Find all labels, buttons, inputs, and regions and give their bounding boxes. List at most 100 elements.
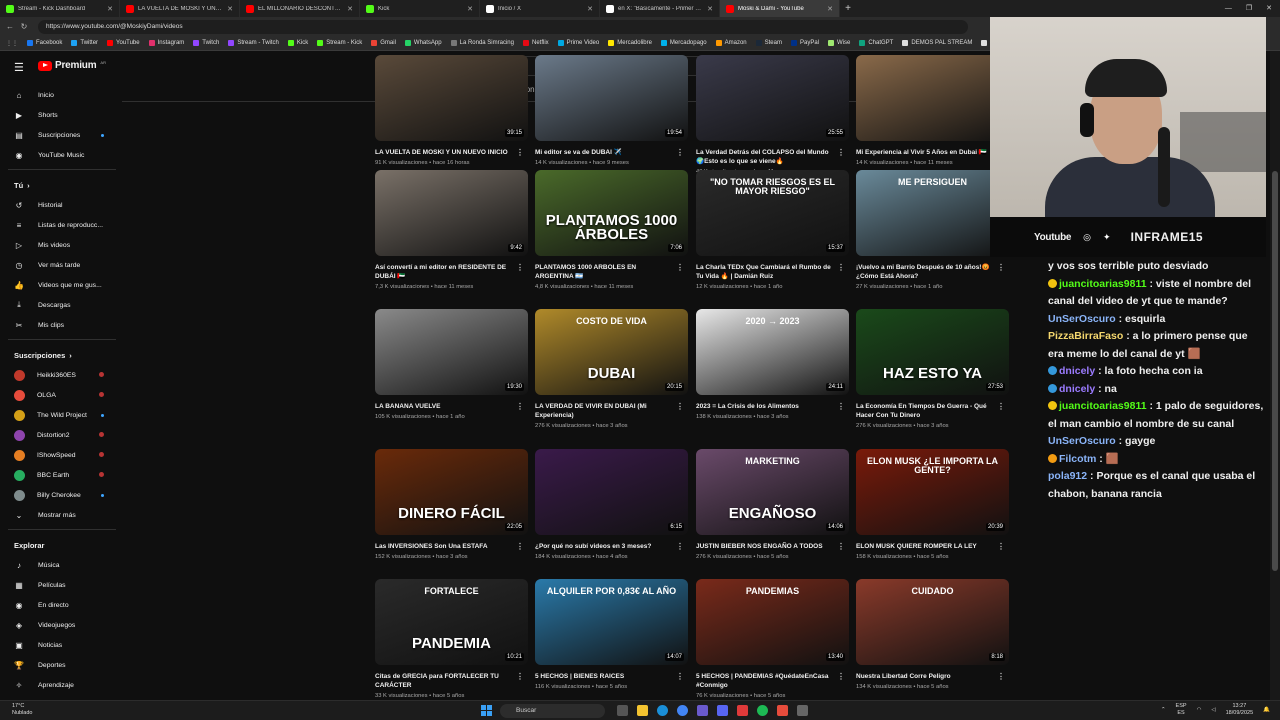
bookmark-item[interactable]: Mercadolibre [608, 40, 652, 46]
video-title[interactable]: Nuestra Libertad Corre Peligro [856, 672, 996, 681]
bookmark-item[interactable]: ChatGPT [859, 40, 893, 46]
more-actions-icon[interactable]: ⋮ [837, 148, 845, 157]
video-thumbnail[interactable]: 6:15 [535, 449, 688, 535]
video-title[interactable]: Mi Experiencia al Vivir 5 Años en Dubai … [856, 148, 996, 157]
more-actions-icon[interactable]: ⋮ [676, 542, 684, 551]
video-title[interactable]: La Economía En Tiempos De Guerra - Qué H… [856, 402, 996, 420]
menu-icon[interactable]: ☰ [14, 61, 24, 74]
sidebar-channel-item[interactable]: IShowSpeed [0, 445, 122, 465]
tab-close-icon[interactable]: ✕ [467, 5, 473, 13]
more-actions-icon[interactable]: ⋮ [837, 542, 845, 551]
sidebar-item-ver-m-s-tarde[interactable]: ◷ Ver más tarde [0, 255, 122, 275]
video-thumbnail[interactable]: 25:55 [696, 55, 849, 141]
volume-icon[interactable]: ◁ [1211, 707, 1215, 714]
more-actions-icon[interactable]: ⋮ [837, 402, 845, 411]
browser-tab[interactable]: Moski & Dami - YouTube ✕ [720, 0, 840, 17]
chat-username[interactable]: dnicely [1059, 383, 1095, 395]
video-title[interactable]: LA VERDAD DE VIVIR EN DUBAI (Mi Experien… [535, 402, 675, 420]
more-actions-icon[interactable]: ⋮ [676, 148, 684, 157]
video-title[interactable]: PLANTAMOS 1000 ARBOLES EN ARGENTINA 🇦🇷 [535, 263, 675, 281]
video-thumbnail[interactable]: ALQUILER POR 0,83€ AL AÑO 14:07 [535, 579, 688, 665]
sidebar-item-videos-que-me-gus-[interactable]: 👍 Videos que me gus... [0, 275, 122, 295]
more-actions-icon[interactable]: ⋮ [676, 672, 684, 681]
sidebar-item-historial[interactable]: ↺ Historial [0, 195, 122, 215]
browser-tab[interactable]: LA VUELTA DE MOSKI Y UN NUEVO INICIO ✕ [120, 0, 240, 17]
tab-close-icon[interactable]: ✕ [347, 5, 353, 13]
apps-icon[interactable]: ⋮⋮ [6, 40, 18, 47]
tab-close-icon[interactable]: ✕ [827, 5, 833, 13]
close-window-icon[interactable]: ✕ [1266, 0, 1272, 17]
obs-icon[interactable] [777, 705, 788, 716]
tab-close-icon[interactable]: ✕ [107, 5, 113, 13]
video-thumbnail[interactable]: FORTALECE PANDEMIA 10:21 [375, 579, 528, 665]
app-icon[interactable] [737, 705, 748, 716]
video-thumbnail[interactable]: ELON MUSK ¿LE IMPORTA LA GENTE? 20:39 [856, 449, 1009, 535]
minimize-icon[interactable]: — [1225, 0, 1232, 17]
windows-start-icon[interactable] [481, 705, 492, 716]
video-card[interactable]: Mi Experiencia al Vivir 5 Años en Dubai … [856, 55, 1009, 167]
language-indicator[interactable]: ESP ES [1176, 703, 1187, 717]
clock[interactable]: 13:27 18/09/2025 [1226, 703, 1254, 717]
bookmark-item[interactable]: WhatsApp [404, 40, 442, 46]
bookmark-item[interactable]: Mercadopago [660, 40, 707, 46]
chat-username[interactable]: dnicely [1059, 365, 1095, 377]
bookmark-item[interactable]: Netflix [522, 40, 549, 46]
video-card[interactable]: PLANTAMOS 1000 ÁRBOLES 7:06 PLANTAMOS 1000… [535, 170, 688, 291]
tray-chevron-icon[interactable]: ⌃ [1161, 707, 1166, 714]
video-card[interactable]: 19:54 Mi editor se va de DUBAI ✈️ 14 K vis… [535, 55, 688, 167]
video-thumbnail[interactable]: MARKETING ENGAÑOSO 14:06 [696, 449, 849, 535]
taskbar-search[interactable]: Buscar [500, 704, 605, 718]
video-title[interactable]: 5 HECHOS | PANDEMIAS #QuédateEnCasa #Con… [696, 672, 836, 690]
sidebar-channel-item[interactable]: BBC Earth [0, 465, 122, 485]
video-title[interactable]: ¡Vuelvo a mi Barrio Después de 10 años!😡… [856, 263, 996, 281]
video-thumbnail[interactable]: "NO TOMAR RIESGOS ES EL MAYOR RIESGO" 15:… [696, 170, 849, 256]
video-title[interactable]: 2023 = La Crisis de los Alimentos [696, 402, 836, 411]
video-card[interactable]: 2020 → 2023 24:11 2023 = La Crisis de los … [696, 309, 849, 421]
chat-username[interactable]: juancitoarias9811 [1059, 278, 1147, 290]
sidebar-channel-item[interactable]: The Wild Project [0, 405, 122, 425]
more-actions-icon[interactable]: ⋮ [516, 672, 524, 681]
video-card[interactable]: FORTALECE PANDEMIA 10:21 Citas de GRECIA pa… [375, 579, 528, 700]
sidebar-item-videojuegos[interactable]: ◈ Videojuegos [0, 615, 122, 635]
sidebar-section-you[interactable]: Tú › [0, 175, 122, 195]
bookmark-item[interactable]: La Ronda Simracing [450, 40, 514, 46]
sidebar-item-shorts[interactable]: ▶ Shorts [0, 105, 122, 125]
bookmark-item[interactable]: Facebook [27, 40, 62, 46]
more-actions-icon[interactable]: ⋮ [997, 263, 1005, 272]
chat-username[interactable]: juancitoarias9811 [1059, 400, 1147, 412]
video-title[interactable]: LA BANANA VUELVE [375, 402, 515, 411]
new-tab-button[interactable]: + [840, 0, 856, 17]
steam-icon[interactable] [717, 705, 728, 716]
more-actions-icon[interactable]: ⋮ [676, 402, 684, 411]
video-card[interactable]: PANDEMIAS 13:40 5 HECHOS | PANDEMIAS #Quéd… [696, 579, 849, 700]
chrome-icon[interactable] [677, 705, 688, 716]
page-scrollbar[interactable] [1270, 51, 1280, 700]
bookmark-item[interactable]: YouTube [107, 40, 140, 46]
bookmark-item[interactable]: Twitter [71, 40, 98, 46]
sidebar-item-mis-videos[interactable]: ▷ Mis videos [0, 235, 122, 255]
bookmark-item[interactable]: Amazon [715, 40, 747, 46]
browser-tab[interactable]: Inicio / X ✕ [480, 0, 600, 17]
video-thumbnail[interactable]: 9:42 [375, 170, 528, 256]
more-actions-icon[interactable]: ⋮ [676, 263, 684, 272]
sidebar-item-suscripciones[interactable]: ▤ Suscripciones [0, 125, 122, 145]
sidebar-item-listas-de-reproducc-[interactable]: ≡ Listas de reproducc... [0, 215, 122, 235]
task-view-icon[interactable] [617, 705, 628, 716]
bookmark-item[interactable]: Stream - Twitch [228, 40, 279, 46]
bookmark-item[interactable]: Stream - Kick [317, 40, 362, 46]
terminal-icon[interactable] [797, 705, 808, 716]
video-title[interactable]: 5 HECHOS | BIENES RAICES [535, 672, 675, 681]
reload-icon[interactable]: ↻ [20, 22, 28, 31]
video-title[interactable]: LA VUELTA DE MOSKI Y UN NUEVO INICIO [375, 148, 515, 157]
video-card[interactable]: 9:42 Así convertí a mi editor en RESIDENT… [375, 170, 528, 291]
scrollbar-thumb[interactable] [1272, 171, 1278, 571]
video-title[interactable]: ELON MUSK QUIERE ROMPER LA LEY [856, 542, 996, 551]
video-title[interactable]: Las INVERSIONES Son Una ESTAFA [375, 542, 515, 551]
video-card[interactable]: COSTO DE VIDA DUBAI 20:15 LA VERDAD DE VIVI… [535, 309, 688, 430]
video-card[interactable]: 39:15 LA VUELTA DE MOSKI Y UN NUEVO INICI… [375, 55, 528, 167]
sidebar-channel-item[interactable]: OLGA [0, 385, 122, 405]
edge-icon[interactable] [657, 705, 668, 716]
bookmark-item[interactable]: PayPal [790, 40, 819, 46]
video-title[interactable]: ¿Por qué no subí videos en 3 meses? [535, 542, 675, 551]
video-card[interactable]: CUIDADO 8:18 Nuestra Libertad Corre Peligr… [856, 579, 1009, 691]
